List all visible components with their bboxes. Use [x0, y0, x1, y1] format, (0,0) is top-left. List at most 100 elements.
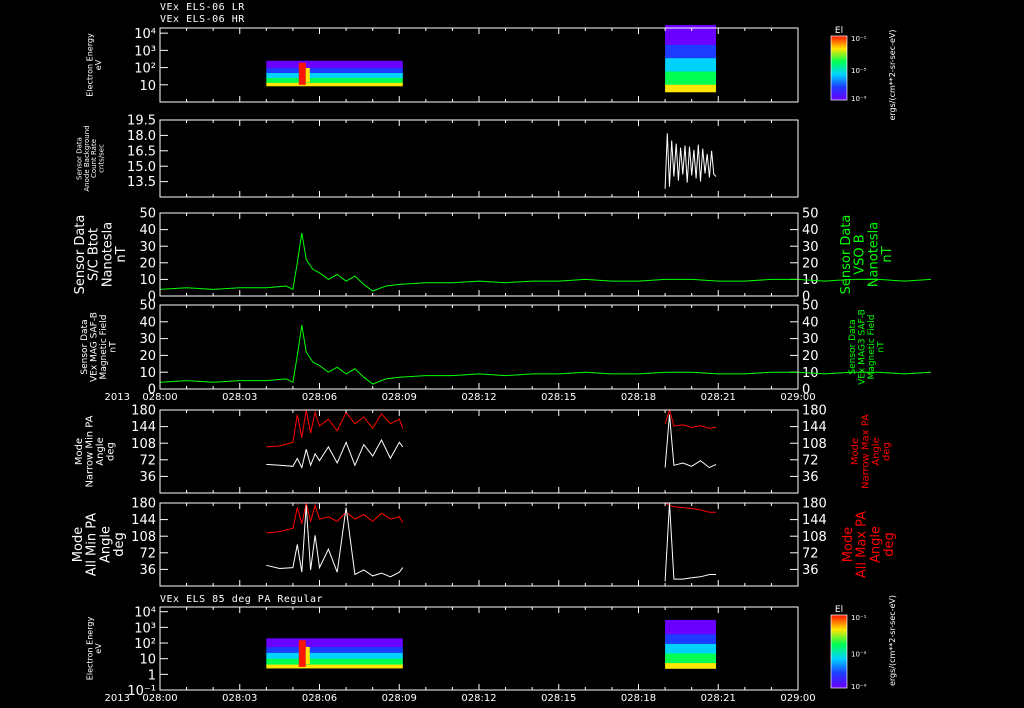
heat-band-p1-1 — [665, 78, 717, 86]
y-tick-label-p6: 108 — [131, 530, 156, 545]
heat-band-p1-1 — [665, 71, 717, 79]
y-tick-label-p5: 180 — [131, 404, 156, 419]
y-tick-label-right-p4: 30 — [802, 332, 819, 347]
y-tick-label-p6: 36 — [139, 563, 156, 578]
ylabel-p4: Sensor Data VEx MAG SAF-B Magnetic Field nT — [80, 312, 118, 382]
colorbar-tick-p1: 10⁻¹ — [851, 35, 867, 43]
heat-band-p1-1 — [665, 64, 717, 73]
y-tick-label-right-p6: 180 — [802, 497, 827, 512]
ylabel-right-p4-line: nT — [876, 341, 886, 353]
ylabel-right-p5: Mode Narrow Max PA Angle deg — [850, 414, 893, 489]
colorbar-tick-p7: 10⁻⁵ — [851, 651, 867, 659]
time-tick-label-bottom: 028:09 — [382, 693, 417, 704]
ylabel-p2-line: cnts/sec — [97, 144, 105, 173]
time-tick-label-mid: 028:03 — [222, 392, 257, 403]
colorbar-tick-p1: 10⁻⁹ — [851, 95, 867, 103]
y-tick-label-p5: 144 — [131, 420, 156, 435]
heat-band-p1-1 — [665, 58, 717, 66]
y-tick-label-p3: 30 — [139, 240, 156, 255]
heat-spike-edge-p7 — [305, 646, 310, 665]
colorbar-unit-label-p7-line: ergs/(cm**2-sr-sec-eV) — [888, 595, 897, 686]
y-tick-label-p2: 15.0 — [127, 160, 156, 175]
ylabel-p6: ModeAll Min PAAngledeg — [71, 513, 127, 576]
y-tick-label-p3: 50 — [139, 207, 156, 222]
time-axis-year-bottom: 2013 — [105, 693, 130, 704]
series-line-p6-3 — [664, 502, 716, 582]
y-tick-label-right-p3: 20 — [802, 256, 819, 271]
heat-band-p7-1 — [665, 663, 717, 669]
y-tick-label-right-p4: 50 — [802, 299, 819, 314]
ylabel-p6-line: deg — [112, 532, 127, 557]
ylabel-p5-line: Mode — [74, 438, 85, 465]
panel-frame-p4 — [159, 304, 799, 390]
ylabel-p1-line: eV — [94, 59, 103, 70]
ylabel-right-p5-line: Mode — [850, 438, 861, 465]
y-tick-label-p7: 10 — [139, 653, 156, 668]
ylabel-right-p4: Sensor Data VEx MAG3 SAF-B Magnetic Field n… — [848, 309, 886, 385]
colorbar-title-p1: El — [835, 26, 843, 36]
time-tick-label-mid: 028:06 — [302, 392, 337, 403]
y-tick-label-p7: 10³ — [134, 621, 156, 636]
y-tick-label-right-p6: 108 — [802, 530, 827, 545]
ylabel-p1: Electron Energy eV — [86, 33, 103, 97]
heat-band-p1-1 — [665, 24, 717, 33]
y-tick-label-right-p6: 72 — [802, 546, 819, 561]
y-tick-label-right-p4: 20 — [802, 349, 819, 364]
time-axis-year-mid: 2013 — [105, 392, 130, 403]
heat-band-p1-1 — [665, 44, 717, 53]
y-tick-label-p7: 1 — [148, 668, 156, 683]
time-tick-label-mid: 028:18 — [621, 392, 656, 403]
y-tick-label-p4: 20 — [139, 349, 156, 364]
time-tick-label-bottom: 028:00 — [142, 693, 177, 704]
colorbar-p7 — [830, 614, 848, 689]
colorbar-unit-label-p1: ergs/(cm**2-sr-sec-eV) — [888, 29, 897, 120]
y-tick-label-p2: 13.5 — [127, 175, 156, 190]
series-line-p6-0 — [266, 502, 404, 534]
ylabel-right-p3-line: nT — [880, 246, 895, 262]
time-tick-label-bottom: 028:18 — [621, 693, 656, 704]
time-tick-label-bottom: 028:21 — [701, 693, 736, 704]
y-tick-label-right-p5: 72 — [802, 453, 819, 468]
colorbar-unit-label-p7: ergs/(cm**2-sr-sec-eV) — [888, 595, 897, 686]
ylabel-p3-line: nT — [114, 246, 129, 262]
heat-band-p1-1 — [665, 84, 717, 93]
y-tick-label-p5: 72 — [139, 453, 156, 468]
ylabel-p7-line: eV — [94, 643, 103, 654]
y-tick-label-p3: 10 — [139, 273, 156, 288]
ylabel-right-p6: ModeAll Max PAAngledeg — [841, 511, 897, 578]
heat-band-p1-1 — [665, 38, 717, 46]
time-tick-label-bottom: 028:15 — [541, 693, 576, 704]
heat-band-p1-0 — [266, 82, 403, 87]
y-tick-label-p5: 108 — [131, 437, 156, 452]
y-tick-label-p1: 10³ — [134, 44, 156, 59]
series-line-p5-2 — [664, 408, 717, 429]
ylabel-right-p6-line: deg — [882, 532, 897, 557]
time-tick-label-mid: 028:15 — [541, 392, 576, 403]
ylabel-right-p3: Sensor DataVSO BNanoteslanT — [839, 215, 895, 295]
ylabel-p5-line: Narrow Min PA — [84, 415, 95, 487]
colorbar-tick-p1: 10⁻⁵ — [851, 67, 867, 75]
time-tick-label-bottom: 028:12 — [461, 693, 496, 704]
panel-frame-p5 — [159, 409, 799, 494]
heat-spike-edge-p1 — [305, 67, 310, 83]
y-tick-label-p2: 16.5 — [127, 144, 156, 159]
y-tick-label-p3: 40 — [139, 223, 156, 238]
y-tick-label-p6: 72 — [139, 546, 156, 561]
y-tick-label-right-p5: 180 — [802, 404, 827, 419]
time-tick-label-mid: 028:09 — [382, 392, 417, 403]
time-tick-label-mid: 028:00 — [142, 392, 177, 403]
y-tick-label-p3: 20 — [139, 256, 156, 271]
ylabel-p3: Sensor DataS/C BtotNanoteslanT — [73, 215, 129, 295]
ylabel-p2: Sensor Data Anode Background Count Rate cnt… — [75, 125, 105, 191]
heat-band-p7-0 — [266, 664, 403, 669]
heat-spike-p1 — [298, 62, 306, 85]
colorbar-tick-p7: 10⁻¹ — [851, 614, 867, 622]
y-tick-label-p6: 180 — [131, 497, 156, 512]
colorbar-title-p7: El — [835, 605, 843, 615]
y-tick-label-right-p3: 50 — [802, 207, 819, 222]
heat-band-p1-1 — [665, 31, 717, 40]
y-tick-label-right-p6: 144 — [802, 513, 827, 528]
ylabel-right-p5-line: deg — [881, 442, 892, 461]
ylabel-p5-line: Angle — [95, 437, 106, 465]
heat-spike-p7 — [298, 640, 306, 667]
